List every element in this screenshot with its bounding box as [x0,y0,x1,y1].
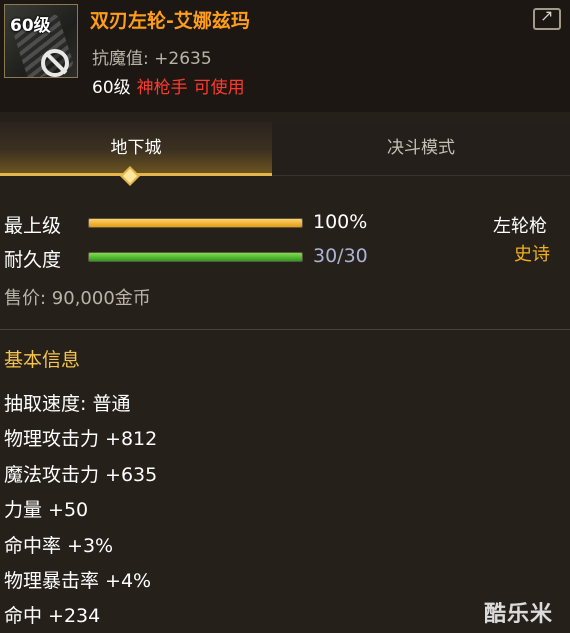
usable-status: 可使用 [193,78,245,98]
durability-label: 耐久度 [4,249,62,271]
required-class: 神枪手 [136,78,188,98]
item-level-badge: 60级 [10,16,51,36]
divider [0,329,570,330]
resist-value: 抗魔值: +2635 [92,49,212,69]
upgrade-value: 100% [313,211,368,233]
basic-info-title: 基本信息 [4,349,81,371]
required-level: 60级 [92,78,131,98]
attribute-line: 物理暴击率 +4% [4,570,152,592]
attribute-line: 命中 +234 [4,605,101,627]
upgrade-bar [88,218,303,228]
durability-bar-fill [89,253,302,261]
attribute-line: 命中率 +3% [4,535,114,557]
item-name: 双刃左轮-艾娜兹玛 [90,10,250,32]
durability-bar [88,252,303,262]
tab-duel-mode[interactable]: 决斗模式 [272,122,570,176]
weapon-type: 左轮枪 [493,216,547,237]
attribute-line: 物理攻击力 +812 [4,428,158,450]
revolver-item-icon[interactable]: 60级 [4,4,78,78]
mode-tabs: 地下城 决斗模式 [0,122,570,176]
attribute-line: 魔法攻击力 +635 [4,464,158,486]
attribute-line: 力量 +50 [4,499,89,521]
upgrade-bar-fill [89,219,302,227]
ban-icon [41,49,69,77]
rarity-label: 史诗 [514,244,550,265]
durability-value: 30/30 [313,245,368,267]
upgrade-label: 最上级 [4,215,62,237]
attribute-line: 抽取速度: 普通 [4,393,131,415]
share-icon[interactable] [533,6,561,30]
tab-dungeon[interactable]: 地下城 [0,122,272,176]
requirement-line: 60级 神枪手 可使用 [92,73,245,98]
sell-price: 售价: 90,000金币 [4,288,151,309]
item-header: 60级 双刃左轮-艾娜兹玛 抗魔值: +2635 60级 神枪手 可使用 [0,0,570,112]
watermark: 酷乐米 [484,602,554,627]
